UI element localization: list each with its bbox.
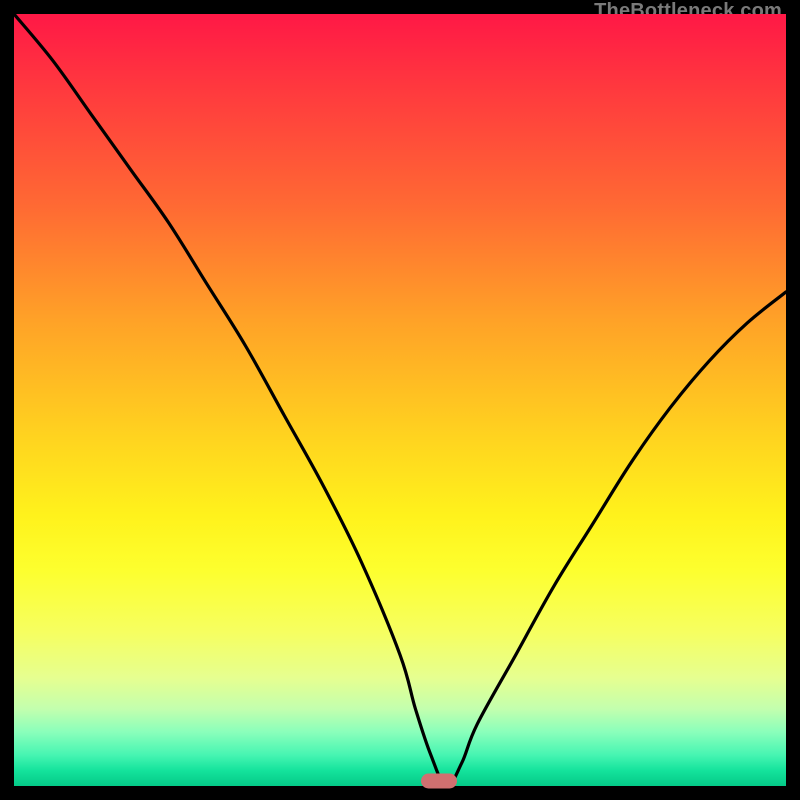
- lowest-point-marker: [421, 774, 457, 789]
- chart-frame: [14, 14, 786, 786]
- bottleneck-curve: [14, 14, 786, 786]
- plot-area: [14, 14, 786, 786]
